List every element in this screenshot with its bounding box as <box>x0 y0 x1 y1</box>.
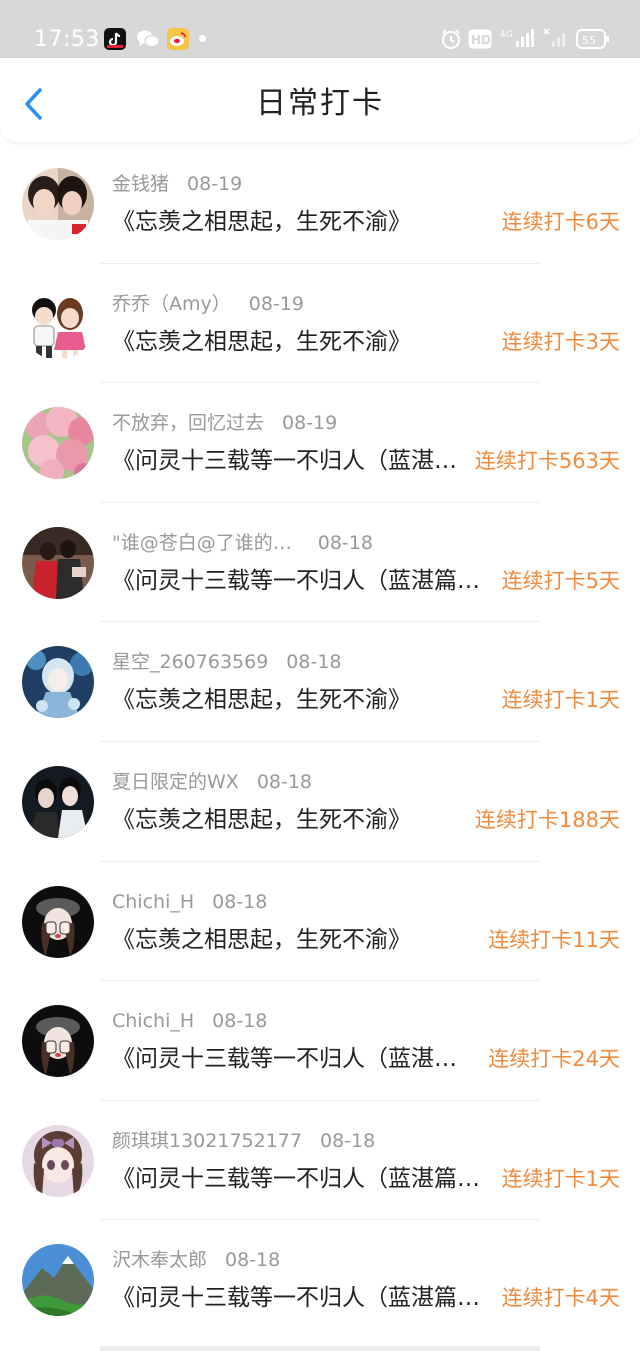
post-title[interactable]: 《忘羡之相思起，生死不渝》 <box>112 924 411 956</box>
list-item[interactable]: 金钱猪 08-19 《忘羡之相思起，生死不渝》 连续打卡6天 <box>0 144 640 264</box>
user-meta: 金钱猪 08-19 <box>112 171 242 197</box>
streak-label: 连续打卡11天 <box>488 927 620 952</box>
user-meta: 不放弃，回忆过去 08-19 <box>112 410 337 436</box>
checkin-date: 08-18 <box>212 1010 268 1033</box>
user-meta: 夏日限定的WX 08-18 <box>112 769 312 795</box>
avatar-pink-blossoms-icon[interactable] <box>22 407 94 480</box>
user-meta: 颜琪琪13021752177 08-18 <box>112 1128 375 1154</box>
user-name[interactable]: 乔乔（Amy） <box>112 293 231 315</box>
checkin-date: 08-18 <box>225 1249 281 1272</box>
streak-label: 连续打卡1天 <box>501 688 620 713</box>
user-name[interactable]: "谁@苍白@了谁的… <box>112 532 292 554</box>
battery-icon: 55 <box>576 29 610 53</box>
streak-label: 连续打卡3天 <box>501 329 620 354</box>
checkin-date: 08-19 <box>248 292 304 315</box>
user-name[interactable]: Chichi_H <box>112 1010 194 1032</box>
post-title[interactable]: 《忘羡之相思起，生死不渝》 <box>112 684 411 716</box>
user-name[interactable]: 沢木奉太郎 <box>112 1249 207 1271</box>
avatar-photo-two-girls-icon[interactable] <box>22 168 94 240</box>
user-meta: 星空_260763569 08-18 <box>112 649 342 675</box>
avatar-cartoon-girl-hat-icon[interactable] <box>22 885 94 958</box>
checkin-date: 08-18 <box>319 1129 376 1152</box>
tiktok-icon <box>104 28 126 50</box>
user-meta: 乔乔（Amy） 08-19 <box>112 291 304 317</box>
checkin-date: 08-18 <box>256 770 313 793</box>
checkin-date: 08-19 <box>282 412 338 435</box>
avatar-mountain-landscape-icon[interactable] <box>22 1244 94 1317</box>
user-meta: Chichi_H 08-18 <box>112 1008 267 1034</box>
avatar-cartoon-couple-icon[interactable] <box>22 287 94 360</box>
list-item[interactable]: 乔乔（Amy） 08-19 《忘羡之相思起，生死不渝》 连续打卡3天 <box>0 264 640 384</box>
list-item[interactable]: 星空_260763569 08-18 《忘羡之相思起，生死不渝》 连续打卡1天 <box>0 622 640 742</box>
checkin-list: 金钱猪08-19 《忘羡之相思起，生死不渝》 连续打卡6天 乔乔（Amy）0 <box>0 144 640 1340</box>
streak-label: 连续打卡6天 <box>501 210 620 234</box>
list-item[interactable]: "谁@苍白@了谁的… 08-18 《问灵十三载等一不归人（蓝湛篇… 连续打卡5天 <box>0 503 640 623</box>
avatar-anime-blue-icon[interactable] <box>22 646 94 719</box>
post-title[interactable]: 《问灵十三载等一不归人（蓝湛篇… <box>112 1163 480 1195</box>
status-bar: 17:53 HD 4G 55 <box>0 0 640 58</box>
signal-x-icon <box>542 27 568 53</box>
list-item[interactable]: 不放弃，回忆过去 08-19 《问灵十三载等一不归人（蓝湛… 连续打卡563天 <box>0 383 640 503</box>
post-title[interactable]: 《忘羡之相思起，生死不渝》 <box>112 326 411 358</box>
page-title: 日常打卡 <box>256 86 384 121</box>
streak-label: 连续打卡4天 <box>501 1286 620 1311</box>
svg-text:55: 55 <box>582 34 596 47</box>
wechat-icon <box>136 29 160 53</box>
hd-icon: HD <box>468 29 492 53</box>
alarm-icon <box>440 28 462 54</box>
streak-label: 连续打卡5天 <box>501 568 620 593</box>
user-name[interactable]: 颜琪琪13021752177 <box>112 1130 302 1152</box>
checkin-date: 08-18 <box>286 651 342 674</box>
weibo-icon <box>167 28 189 50</box>
status-time: 17:53 <box>34 27 100 52</box>
user-name[interactable]: 不放弃，回忆过去 <box>112 412 264 434</box>
user-name[interactable]: 夏日限定的WX <box>112 771 239 793</box>
user-meta: "谁@苍白@了谁的… 08-18 <box>112 530 373 556</box>
checkin-date: 08-18 <box>317 531 373 554</box>
streak-label: 连续打卡563天 <box>474 449 620 474</box>
notification-dot <box>199 35 206 42</box>
avatar-couple-red-icon[interactable] <box>22 526 94 599</box>
nav-header: 日常打卡 <box>0 58 640 142</box>
signal-4g-icon: 4G <box>500 27 536 53</box>
checkin-date: 08-19 <box>187 173 243 195</box>
streak-label: 连续打卡24天 <box>488 1047 620 1072</box>
user-name[interactable]: Chichi_H <box>112 891 194 913</box>
list-item[interactable]: 颜琪琪13021752177 08-18 《问灵十三载等一不归人（蓝湛篇… 连续打… <box>0 1101 640 1221</box>
checkin-date: 08-18 <box>212 890 268 913</box>
list-item[interactable]: Chichi_H 08-18 《问灵十三载等一不归人（蓝湛… 连续打卡24天 <box>0 981 640 1101</box>
post-title[interactable]: 《问灵十三载等一不归人（蓝湛… <box>112 1043 457 1075</box>
scroll-edge <box>100 1346 540 1351</box>
post-title[interactable]: 《问灵十三载等一不归人（蓝湛… <box>112 445 457 477</box>
svg-text:4G: 4G <box>500 30 513 40</box>
user-name[interactable]: 星空_260763569 <box>112 651 268 673</box>
streak-label: 连续打卡188天 <box>474 807 620 832</box>
avatar-anime-girl-bow-icon[interactable] <box>22 1124 94 1197</box>
list-item[interactable]: 沢木奉太郎 08-18 《问灵十三载等一不归人（蓝湛篇… 连续打卡4天 <box>0 1220 640 1340</box>
post-title[interactable]: 《忘羡之相思起，生死不渝》 <box>112 206 411 238</box>
svg-text:HD: HD <box>471 33 491 47</box>
list-item[interactable]: Chichi_H 08-18 《忘羡之相思起，生死不渝》 连续打卡11天 <box>0 862 640 982</box>
post-title[interactable]: 《忘羡之相思起，生死不渝》 <box>112 804 411 836</box>
user-meta: 沢木奉太郎 08-18 <box>112 1247 280 1273</box>
avatar-cartoon-girl-hat-icon[interactable] <box>22 1005 94 1078</box>
user-meta: Chichi_H 08-18 <box>112 889 267 915</box>
streak-label: 连续打卡1天 <box>501 1166 620 1191</box>
list-item[interactable]: 夏日限定的WX 08-18 《忘羡之相思起，生死不渝》 连续打卡188天 <box>0 742 640 862</box>
post-title[interactable]: 《问灵十三载等一不归人（蓝湛篇… <box>112 565 480 597</box>
avatar-two-men-icon[interactable] <box>22 765 94 838</box>
user-name[interactable]: 金钱猪 <box>112 173 169 195</box>
post-title[interactable]: 《问灵十三载等一不归人（蓝湛篇… <box>112 1282 480 1314</box>
